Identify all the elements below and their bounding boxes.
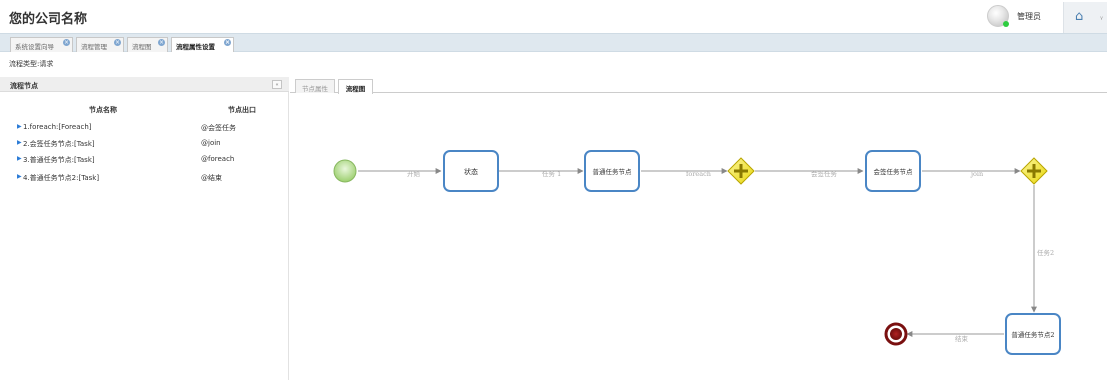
expand-arrow-icon[interactable]: ▶	[17, 139, 22, 146]
task-label: 普通任务节点	[593, 167, 633, 176]
edge-label-task2: 任务2	[1037, 248, 1054, 257]
node-out: @foreach	[201, 155, 235, 163]
column-header-name: 节点名称	[89, 106, 117, 114]
tab-process-attributes[interactable]: 流程属性设置 ×	[171, 37, 234, 52]
list-item[interactable]: ▶ 1.foreach:[Foreach] @会签任务	[0, 121, 288, 134]
company-name: 您的公司名称	[9, 12, 88, 27]
online-status-dot	[1003, 21, 1009, 27]
gateway-foreach[interactable]	[727, 157, 755, 185]
close-icon[interactable]: ×	[158, 39, 165, 46]
list-item[interactable]: ▶ 4.普通任务节点2:[Task] @结束	[0, 171, 288, 184]
edge-label-end: 结束	[955, 334, 969, 343]
top-bar: 您的公司名称 管理员 ⌂ ᵧ	[0, 0, 1107, 33]
tab-flowchart[interactable]: 流程图 ×	[127, 37, 168, 52]
gateway-join[interactable]	[1020, 157, 1048, 185]
tab-label: 系统设置向导	[15, 43, 54, 51]
tab-system-wizard[interactable]: 系统设置向导 ×	[10, 37, 73, 52]
tab-label: 流程管理	[81, 43, 107, 51]
username-link[interactable]: 管理员	[1017, 11, 1041, 22]
flow-diagram: 开始 任务 1 foreach 会签任务 join 任务2 结束 状态 普通任务…	[291, 94, 1107, 380]
edge-label-foreach: foreach	[686, 170, 711, 178]
edge-label-start: 开始	[407, 169, 421, 178]
list-item[interactable]: ▶ 2.会签任务节点:[Task] @join	[0, 137, 288, 150]
end-event[interactable]	[884, 322, 908, 346]
node-out: @会签任务	[201, 124, 236, 132]
node-name: 3.普通任务节点:[Task]	[23, 156, 95, 164]
task-label: 会签任务节点	[874, 167, 914, 176]
process-type: 流程类型:请求	[9, 60, 54, 68]
node-name: 4.普通任务节点2:[Task]	[23, 174, 100, 182]
edge-label-join: join	[970, 170, 983, 178]
overflow-mark: ᵧ	[1100, 12, 1103, 21]
close-icon[interactable]: ×	[63, 39, 70, 46]
node-panel: 流程节点 « 节点名称 节点出口 ▶ 1.foreach:[Foreach] @…	[0, 77, 289, 380]
home-icon: ⌂	[1075, 9, 1084, 24]
task-label: 普通任务节点2	[1011, 330, 1054, 339]
detail-tab-strip: 节点属性 流程图	[290, 77, 1107, 94]
tab-node-attributes[interactable]: 节点属性	[295, 79, 335, 93]
node-name: 2.会签任务节点:[Task]	[23, 140, 95, 148]
edge-label-task1: 任务 1	[542, 169, 561, 178]
node-out: @join	[201, 139, 221, 147]
node-panel-title: 流程节点	[10, 82, 38, 90]
page-tab-strip: 系统设置向导 × 流程管理 × 流程图 × 流程属性设置 ×	[0, 33, 1107, 52]
node-panel-header: 流程节点 «	[0, 77, 289, 92]
start-event[interactable]	[333, 159, 357, 183]
collapse-button[interactable]: «	[272, 80, 282, 89]
list-item[interactable]: ▶ 3.普通任务节点:[Task] @foreach	[0, 153, 288, 166]
home-button[interactable]: ⌂ ᵧ	[1063, 2, 1107, 33]
edge-label-sign: 会签任务	[811, 169, 838, 178]
tab-label: 流程属性设置	[176, 43, 215, 51]
expand-arrow-icon[interactable]: ▶	[17, 155, 22, 162]
column-header-out: 节点出口	[228, 106, 256, 114]
close-icon[interactable]: ×	[114, 39, 121, 46]
close-icon[interactable]: ×	[224, 39, 231, 46]
tab-label: 流程图	[132, 43, 152, 51]
task-label: 状态	[464, 167, 478, 176]
expand-arrow-icon[interactable]: ▶	[17, 123, 22, 130]
tab-flow-diagram[interactable]: 流程图	[338, 79, 373, 94]
node-name: 1.foreach:[Foreach]	[23, 123, 92, 131]
node-out: @结束	[201, 174, 222, 182]
expand-arrow-icon[interactable]: ▶	[17, 173, 22, 180]
tab-process-management[interactable]: 流程管理 ×	[76, 37, 124, 52]
